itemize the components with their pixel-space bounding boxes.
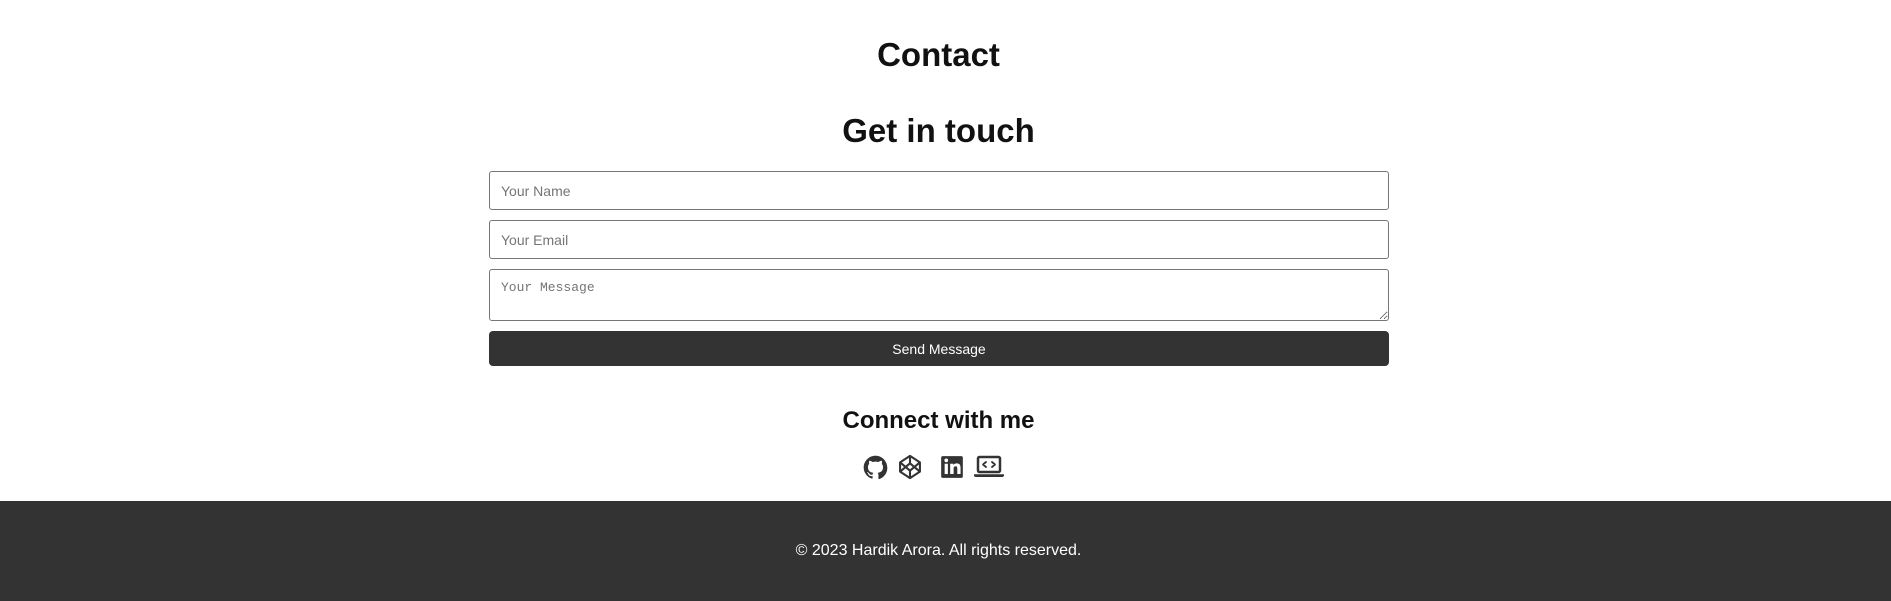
portfolio-link[interactable] — [973, 453, 1005, 481]
copyright-text: © 2023 Hardik Arora. All rights reserved… — [795, 542, 1082, 559]
github-icon — [862, 454, 889, 481]
contact-title: Contact — [877, 36, 1000, 73]
contact-page: Contact Get in touch Send Message Connec… — [0, 0, 1891, 601]
github-link[interactable] — [862, 454, 889, 481]
message-textarea[interactable] — [489, 269, 1389, 321]
codepen-icon — [896, 453, 924, 481]
name-input[interactable] — [489, 171, 1389, 210]
email-input[interactable] — [489, 220, 1389, 259]
linkedin-icon — [939, 454, 965, 480]
linkedin-link[interactable] — [939, 454, 965, 480]
site-footer: © 2023 Hardik Arora. All rights reserved… — [0, 501, 1891, 601]
connect-with-me-heading: Connect with me — [842, 407, 1035, 434]
contact-form: Send Message — [489, 171, 1389, 366]
social-links — [862, 452, 1005, 482]
codepen-link[interactable] — [896, 453, 924, 481]
laptop-code-icon — [973, 453, 1005, 481]
get-in-touch-heading: Get in touch — [842, 112, 1035, 149]
send-message-button[interactable]: Send Message — [489, 331, 1389, 366]
